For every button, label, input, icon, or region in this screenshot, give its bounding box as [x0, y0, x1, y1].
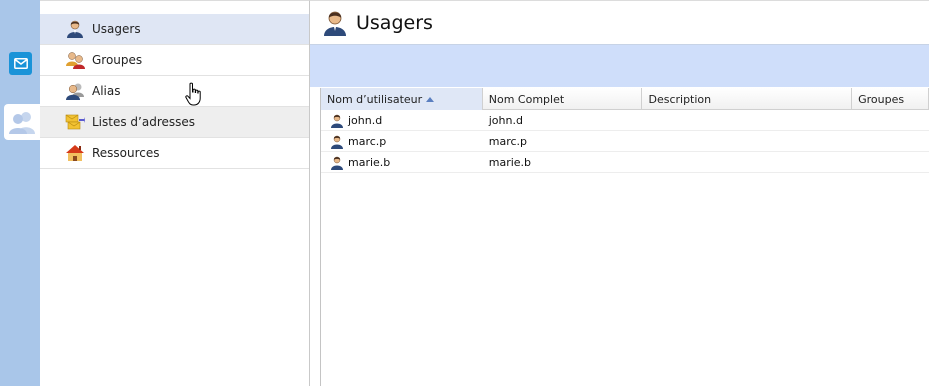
mail-rail-button[interactable] — [9, 52, 32, 75]
main-panel: Usagers Nom d’utilisateur Nom Complet De… — [310, 0, 929, 386]
cell-description — [642, 131, 852, 152]
table-row[interactable]: john.d john.d — [321, 110, 929, 131]
cell-description — [642, 152, 852, 173]
cell-groups — [852, 152, 929, 173]
user-icon — [331, 135, 343, 149]
group-icon — [65, 50, 85, 70]
cell-username: marie.b — [321, 152, 483, 173]
table-row[interactable]: marc.p marc.p — [321, 131, 929, 152]
users-table: Nom d’utilisateur Nom Complet Descriptio… — [320, 88, 929, 386]
page-title: Usagers — [356, 11, 433, 34]
users-icon — [9, 112, 35, 134]
admin-app: Usagers Groupes Alias Listes d’adresses … — [0, 0, 929, 386]
sidebar-item-label: Alias — [92, 84, 121, 98]
cell-groups — [852, 110, 929, 131]
column-header-fullname[interactable]: Nom Complet — [483, 88, 643, 110]
cell-username: marc.p — [321, 131, 483, 152]
sidebar-item-usagers[interactable]: Usagers — [40, 14, 309, 45]
user-icon — [65, 19, 85, 39]
toolbar — [310, 45, 929, 87]
user-icon — [331, 156, 343, 170]
column-header-groups[interactable]: Groupes — [852, 88, 929, 110]
cell-fullname: marie.b — [488, 156, 532, 169]
user-icon — [324, 11, 346, 36]
sort-ascending-icon — [426, 96, 435, 102]
users-rail-button[interactable] — [4, 104, 40, 140]
sidebar-item-label: Usagers — [92, 22, 141, 36]
sidebar-item-groupes[interactable]: Groupes — [40, 45, 309, 76]
cell-username: john.d — [321, 110, 483, 131]
user-icon — [331, 114, 343, 128]
sidebar-item-label: Listes d’adresses — [92, 115, 196, 129]
table-row[interactable]: marie.b marie.b — [321, 152, 929, 173]
main-header: Usagers — [310, 1, 929, 45]
cell-description — [642, 110, 852, 131]
mail-icon — [13, 58, 28, 69]
cell-fullname: marc.p — [488, 135, 527, 148]
cell-groups — [852, 131, 929, 152]
column-header-username[interactable]: Nom d’utilisateur — [321, 88, 483, 110]
alias-icon — [65, 81, 85, 101]
sidebar-item-alias[interactable]: Alias — [40, 76, 309, 107]
house-icon — [65, 143, 85, 163]
sidebar-item-ressources[interactable]: Ressources — [40, 138, 309, 169]
column-header-description[interactable]: Description — [642, 88, 853, 110]
mailing-list-icon — [65, 112, 85, 132]
sidebar-item-label: Groupes — [92, 53, 143, 67]
sidebar-item-label: Ressources — [92, 146, 160, 160]
table-header: Nom d’utilisateur Nom Complet Descriptio… — [321, 88, 929, 110]
sidebar-nav: Usagers Groupes Alias Listes d’adresses … — [40, 0, 310, 386]
sidebar-item-listes-adresses[interactable]: Listes d’adresses — [40, 107, 309, 138]
cell-fullname: john.d — [488, 114, 523, 127]
left-rail — [0, 0, 40, 386]
